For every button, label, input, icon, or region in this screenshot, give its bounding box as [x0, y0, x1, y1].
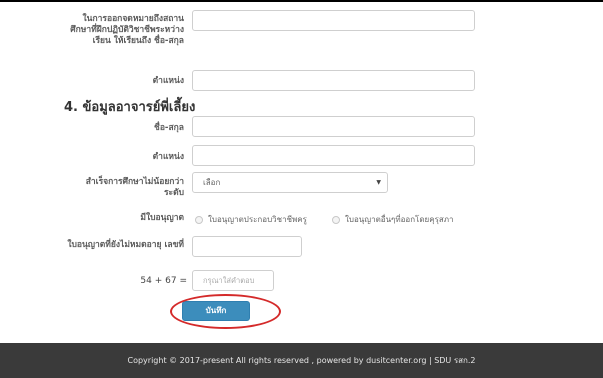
radio-icon[interactable]	[332, 215, 340, 224]
license-number-label: ใบอนุญาตที่ยังไม่หมดอายุ เลขที่	[67, 240, 184, 250]
footer-copyright: Copyright © 2017-present All rights rese…	[127, 356, 476, 365]
addressee-position-label: ตำแหน่ง	[152, 76, 184, 86]
license-label: มีใบอนุญาต	[140, 213, 184, 223]
education-level-label: สำเร็จการศึกษาไม่น้อยกว่าระดับ	[85, 177, 184, 198]
addressee-name-input[interactable]	[192, 10, 475, 31]
addressee-position-input[interactable]	[192, 70, 475, 91]
license-option-teacher[interactable]: ใบอนุญาตประกอบวิชาชีพครู	[195, 213, 307, 226]
radio-icon[interactable]	[195, 215, 203, 224]
license-option-other[interactable]: ใบอนุญาตอื่นๆที่ออกโดยคุรุสภา	[332, 213, 454, 226]
addressee-name-label: ในการออกจดหมายถึงสถานศึกษาที่ฝึกปฏิบัติว…	[70, 14, 184, 46]
mentor-name-input[interactable]	[192, 116, 475, 137]
education-level-selected: เลือก	[203, 178, 221, 187]
captcha-question: 54 + 67 =	[140, 276, 187, 286]
dropdown-caret-icon: ▼	[376, 179, 381, 186]
captcha-input[interactable]: กรุณาใส่คำตอบ	[192, 270, 274, 291]
top-border	[0, 0, 603, 2]
license-option-teacher-label: ใบอนุญาตประกอบวิชาชีพครู	[208, 215, 307, 224]
captcha-placeholder: กรุณาใส่คำตอบ	[203, 276, 255, 285]
mentor-name-label: ชื่อ-สกุล	[154, 123, 184, 133]
education-level-select[interactable]: เลือก ▼	[192, 172, 388, 193]
footer: Copyright © 2017-present All rights rese…	[0, 343, 603, 378]
section-mentor-title: 4. ข้อมูลอาจารย์พี่เลี้ยง	[64, 100, 196, 115]
license-option-other-label: ใบอนุญาตอื่นๆที่ออกโดยคุรุสภา	[345, 215, 454, 224]
mentor-position-label: ตำแหน่ง	[152, 152, 184, 162]
highlight-circle	[170, 294, 281, 329]
mentor-position-input[interactable]	[192, 145, 475, 166]
license-number-input[interactable]	[192, 236, 302, 257]
